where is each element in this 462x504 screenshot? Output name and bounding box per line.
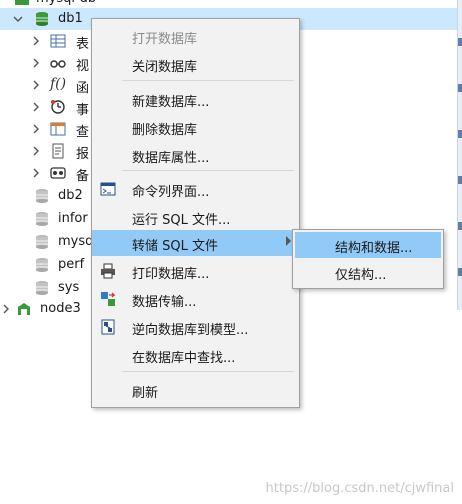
connection-icon bbox=[14, 0, 30, 7]
menu-separator bbox=[122, 80, 294, 81]
dump-sql-submenu: 结构和数据... 仅结构... bbox=[292, 229, 444, 289]
menu-item-close-database[interactable]: 关闭数据库 bbox=[92, 51, 299, 77]
tree-child-label: 报 bbox=[76, 147, 90, 162]
backup-icon bbox=[50, 165, 66, 181]
watermark: https://blog.csdn.net/cjwfinal bbox=[265, 481, 454, 496]
table-icon bbox=[50, 33, 66, 49]
chevron-right-icon[interactable] bbox=[30, 145, 42, 157]
glasses-icon bbox=[50, 55, 66, 71]
menu-item-label: 新建数据库... bbox=[132, 95, 210, 110]
db-label: mysq bbox=[58, 234, 94, 249]
model-icon bbox=[100, 319, 116, 335]
menu-item-label: 刷新 bbox=[132, 386, 159, 401]
edge-marker bbox=[458, 84, 462, 92]
query-icon bbox=[50, 121, 66, 137]
menu-item-open-database[interactable]: 打开数据库 bbox=[92, 23, 299, 49]
chevron-right-icon[interactable] bbox=[30, 35, 42, 47]
menu-item-label: 命令列界面... bbox=[132, 185, 210, 200]
clock-icon bbox=[50, 99, 66, 115]
menu-item-data-transfer[interactable]: 数据传输... bbox=[92, 286, 299, 312]
chevron-right-icon[interactable] bbox=[30, 167, 42, 179]
edge-marker bbox=[458, 176, 462, 184]
database-icon bbox=[34, 257, 50, 273]
submenu-item-label: 结构和数据... bbox=[335, 241, 413, 256]
printer-icon bbox=[100, 263, 116, 279]
database-icon bbox=[34, 280, 50, 296]
db-label: infor bbox=[58, 211, 88, 226]
db2-label: db2 bbox=[58, 188, 83, 203]
submenu-arrow-icon bbox=[286, 236, 291, 246]
menu-item-dump-sql-file[interactable]: 转储 SQL 文件 bbox=[92, 230, 299, 256]
database-icon bbox=[34, 11, 50, 27]
db-label: perf bbox=[58, 257, 85, 272]
menu-item-label: 删除数据库 bbox=[132, 123, 198, 138]
menu-item-delete-database[interactable]: 删除数据库 bbox=[92, 114, 299, 140]
submenu-item-structure-and-data[interactable]: 结构和数据... bbox=[295, 232, 441, 258]
database-icon bbox=[34, 234, 50, 250]
menu-item-label: 打印数据库... bbox=[132, 267, 210, 282]
tree-child-label: 备 bbox=[76, 169, 90, 184]
context-menu: 打开数据库 关闭数据库 新建数据库... 删除数据库 数据库属性... 命令列界… bbox=[91, 18, 300, 408]
edge-marker bbox=[458, 222, 462, 230]
edge-marker bbox=[458, 38, 462, 46]
menu-item-reverse-to-model[interactable]: 逆向数据库到模型... bbox=[92, 314, 299, 340]
menu-item-label: 关闭数据库 bbox=[132, 60, 198, 75]
chevron-right-icon[interactable] bbox=[0, 303, 12, 315]
database-icon bbox=[34, 188, 50, 204]
terminal-icon bbox=[100, 181, 116, 197]
database-icon bbox=[34, 211, 50, 227]
db1-label: db1 bbox=[58, 11, 83, 26]
db-label: sys bbox=[58, 280, 80, 295]
chevron-down-icon[interactable] bbox=[12, 13, 24, 25]
tree-child-label: 视 bbox=[76, 59, 90, 74]
menu-item-find-in-database[interactable]: 在数据库中查找... bbox=[92, 342, 299, 368]
right-panel-edge bbox=[457, 0, 462, 310]
submenu-item-label: 仅结构... bbox=[335, 268, 387, 283]
menu-item-label: 在数据库中查找... bbox=[132, 351, 236, 366]
submenu-item-structure-only[interactable]: 仅结构... bbox=[295, 259, 441, 285]
menu-item-label: 逆向数据库到模型... bbox=[132, 323, 249, 338]
edge-marker bbox=[458, 130, 462, 138]
chevron-right-icon[interactable] bbox=[30, 79, 42, 91]
chevron-right-icon[interactable] bbox=[30, 123, 42, 135]
menu-item-database-properties[interactable]: 数据库属性... bbox=[92, 142, 299, 168]
top-label: mysql-db bbox=[36, 0, 96, 6]
menu-item-label: 运行 SQL 文件... bbox=[132, 213, 231, 228]
menu-item-label: 转储 SQL 文件 bbox=[132, 239, 218, 254]
menu-item-refresh[interactable]: 刷新 bbox=[92, 377, 299, 403]
menu-item-new-database[interactable]: 新建数据库... bbox=[92, 86, 299, 112]
menu-item-label: 数据传输... bbox=[132, 295, 197, 310]
edge-marker bbox=[458, 268, 462, 276]
data-transfer-icon bbox=[100, 291, 116, 307]
tree-child-label: 表 bbox=[76, 37, 90, 52]
node3-label: node3 bbox=[40, 301, 81, 316]
report-icon bbox=[50, 143, 66, 159]
menu-item-print-database[interactable]: 打印数据库... bbox=[92, 258, 299, 284]
tree-child-label: 查 bbox=[76, 125, 90, 140]
chevron-right-icon[interactable] bbox=[30, 57, 42, 69]
function-icon: f() bbox=[50, 76, 67, 92]
menu-item-label: 打开数据库 bbox=[132, 32, 198, 47]
menu-separator bbox=[122, 371, 294, 372]
menu-item-label: 数据库属性... bbox=[132, 151, 210, 166]
tree-child-label: 事 bbox=[76, 103, 90, 118]
chevron-right-icon[interactable] bbox=[30, 101, 42, 113]
tree-child-label: 函 bbox=[76, 81, 90, 96]
connection-icon bbox=[16, 301, 32, 317]
menu-item-command-console[interactable]: 命令列界面... bbox=[92, 176, 299, 202]
menu-item-run-sql-file[interactable]: 运行 SQL 文件... bbox=[92, 204, 299, 230]
menu-separator bbox=[122, 170, 294, 171]
